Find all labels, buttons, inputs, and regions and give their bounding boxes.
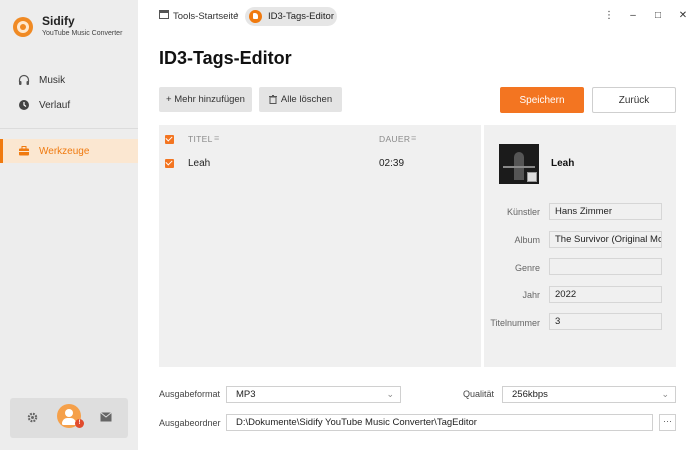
breadcrumb-chevron-icon: › [235, 9, 239, 21]
output-folder-input[interactable]: D:\Dokumente\Sidify YouTube Music Conver… [226, 414, 653, 431]
breadcrumb-home-label: Tools-Startseite [173, 10, 239, 22]
sidify-logo-icon [13, 16, 33, 37]
add-more-button[interactable]: + Mehr hinzufügen [159, 87, 252, 112]
genre-field[interactable] [549, 258, 662, 275]
maximize-icon[interactable]: □ [651, 10, 665, 21]
artist-field[interactable]: Hans Zimmer [549, 203, 662, 220]
delete-all-button[interactable]: Alle löschen [259, 87, 342, 112]
sidebar-item-label: Werkzeuge [39, 145, 90, 157]
quality-value: 256kbps [512, 389, 548, 400]
mail-icon[interactable] [100, 412, 112, 425]
chevron-down-icon: ⌄ [661, 389, 669, 399]
album-cover[interactable] [499, 144, 539, 184]
close-icon[interactable]: ✕ [676, 10, 690, 21]
album-field[interactable]: The Survivor (Original Mo [549, 231, 662, 248]
app-subtitle: YouTube Music Converter [42, 30, 123, 37]
sidebar-item-verlauf[interactable]: Verlauf [0, 93, 138, 117]
sidebar: Sidify YouTube Music Converter Musik Ver… [0, 0, 138, 450]
year-field[interactable]: 2022 [549, 286, 662, 303]
unregistered-badge-icon: ! [75, 419, 84, 428]
output-format-value: MP3 [236, 389, 256, 400]
sidebar-bottom-bar: ! [10, 398, 128, 438]
sidebar-item-werkzeuge[interactable]: Werkzeuge [0, 139, 138, 163]
edit-cover-icon[interactable] [527, 172, 537, 182]
delete-all-label: Alle löschen [280, 94, 333, 105]
top-bar: Tools-Startseite › ID3-Tags-Editor ⋮ – □… [138, 0, 700, 34]
select-all-checkbox[interactable] [165, 135, 174, 144]
quality-select[interactable]: 256kbps ⌄ [502, 386, 676, 403]
sidebar-item-label: Verlauf [39, 99, 71, 111]
chevron-down-icon: ⌄ [386, 389, 394, 399]
headphones-icon [18, 74, 30, 86]
add-more-label: + Mehr hinzufügen [166, 94, 245, 105]
minimize-icon[interactable]: – [626, 10, 640, 21]
output-folder-label: Ausgabeordner [159, 418, 221, 428]
field-label-artist: Künstler [506, 207, 540, 217]
trash-icon [268, 95, 277, 104]
brand: Sidify YouTube Music Converter [13, 14, 122, 39]
field-label-year: Jahr [522, 290, 540, 300]
home-icon [159, 10, 169, 22]
app-name: Sidify [42, 14, 75, 28]
table-cell-title[interactable]: Leah [188, 158, 210, 169]
column-header-duration[interactable]: DAUER [379, 134, 410, 144]
track-number-field[interactable]: 3 [549, 313, 662, 330]
clock-icon [18, 99, 30, 111]
save-button[interactable]: Speichern [500, 87, 584, 113]
column-header-title[interactable]: TITEL [188, 134, 213, 144]
sidebar-item-label: Musik [39, 74, 66, 86]
sidebar-item-musik[interactable]: Musik [0, 68, 138, 92]
table-cell-duration: 02:39 [379, 158, 405, 169]
sort-icon[interactable]: ≡ [411, 133, 416, 143]
breadcrumb-current: ID3-Tags-Editor [245, 7, 337, 26]
output-format-label: Ausgabeformat [159, 389, 221, 399]
back-button[interactable]: Zurück [592, 87, 676, 113]
field-label-genre: Genre [514, 263, 540, 273]
field-label-album: Album [514, 235, 540, 245]
breadcrumb-current-label: ID3-Tags-Editor [268, 11, 334, 22]
sidebar-divider [0, 128, 138, 129]
settings-gear-icon[interactable] [27, 412, 38, 426]
sort-icon[interactable]: ≡ [214, 133, 219, 143]
breadcrumb-home[interactable]: Tools-Startseite [159, 10, 238, 22]
track-title: Leah [551, 158, 575, 169]
page-title: ID3-Tags-Editor [159, 48, 292, 68]
quality-label: Qualität [463, 389, 495, 399]
browse-folder-button[interactable]: ··· [659, 414, 676, 431]
menu-icon[interactable]: ⋮ [602, 10, 616, 21]
field-label-track-number: Titelnummer [490, 318, 540, 328]
row-checkbox[interactable] [165, 159, 174, 168]
tag-editor-icon [249, 10, 262, 23]
toolbox-icon [18, 145, 30, 157]
output-format-select[interactable]: MP3 ⌄ [226, 386, 401, 403]
